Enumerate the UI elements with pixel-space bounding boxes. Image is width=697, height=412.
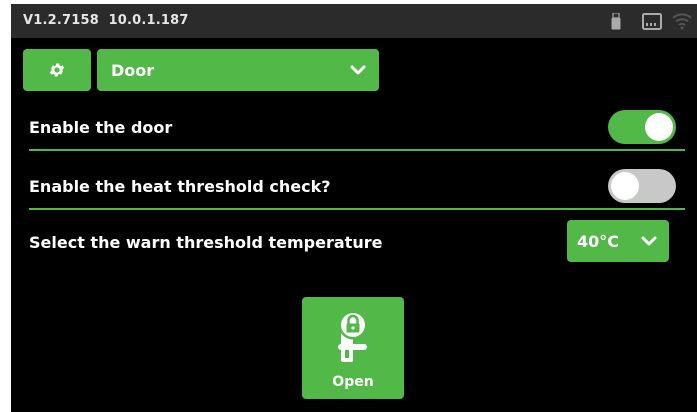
open-button-label: Open [332,374,374,390]
device-screen: V1.2.7158 10.0.1.187 Door Enable the doo… [11,4,697,412]
warn-temp-label: Select the warn threshold temperature [29,233,383,252]
warn-temp-dropdown[interactable]: 40°C [567,220,669,262]
status-bar: V1.2.7158 10.0.1.187 [11,4,697,38]
chevron-down-icon [350,65,366,75]
ip-address: 10.0.1.187 [108,13,189,28]
divider [29,208,685,210]
toggle-knob [645,113,673,141]
settings-button[interactable] [23,49,91,91]
gear-icon [49,63,65,77]
door-lock-icon [338,310,368,362]
section-dropdown[interactable]: Door [97,49,379,91]
sd-card-icon [642,13,662,30]
chevron-down-icon [641,236,657,246]
divider [29,149,685,151]
open-door-button[interactable]: Open [302,297,404,399]
toggle-knob [611,172,639,200]
enable-door-toggle[interactable] [608,110,676,144]
warn-temp-value: 40°C [577,232,620,251]
enable-door-label: Enable the door [29,118,173,137]
version-info: V1.2.7158 10.0.1.187 [23,13,189,28]
usb-icon [611,13,621,30]
heat-check-toggle[interactable] [608,169,676,203]
firmware-version: V1.2.7158 [23,13,100,28]
wifi-icon [672,13,692,30]
section-dropdown-value: Door [111,61,155,80]
heat-check-label: Enable the heat threshold check? [29,177,331,196]
